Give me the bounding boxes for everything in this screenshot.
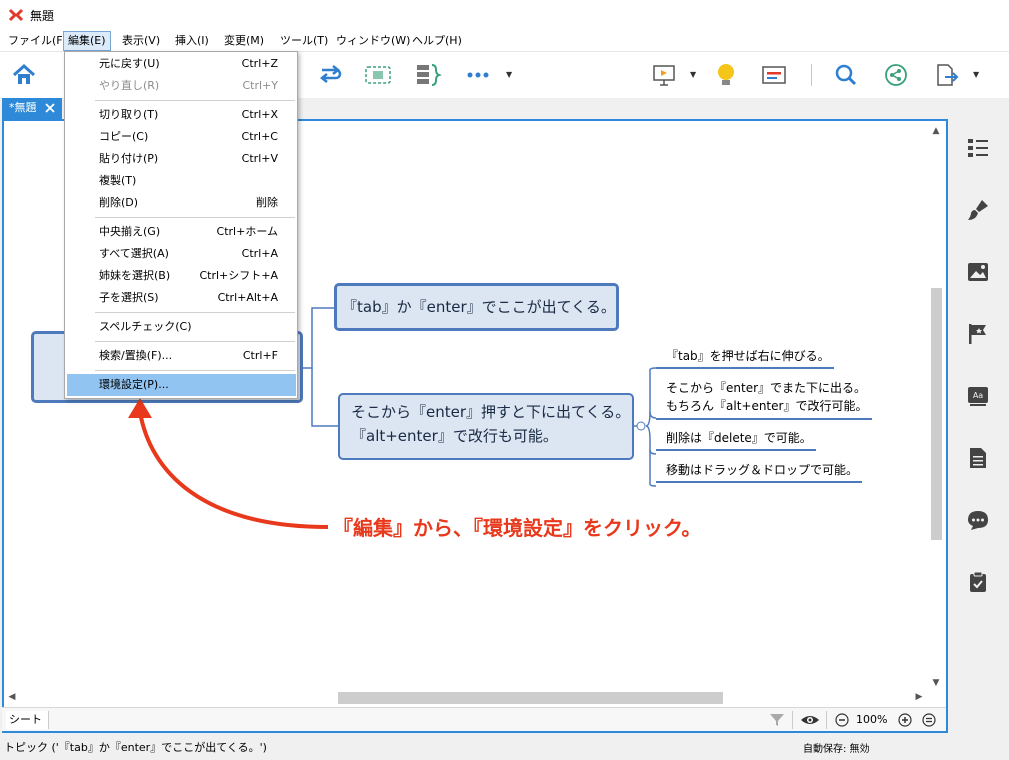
sheetbar-separator-2 xyxy=(826,711,827,729)
status-bar: トピック ('『tab』か『enter』でここが出てくる。') 自動保存: 無効 xyxy=(0,733,1009,760)
menu-item-find-replace[interactable]: 検索/置換(F)... Ctrl+F xyxy=(67,345,296,367)
scroll-up-icon[interactable]: ▲ xyxy=(931,126,941,136)
zoom-level: 100% xyxy=(856,713,888,726)
sheetbar-separator xyxy=(792,711,793,729)
menu-item-delete[interactable]: 削除(D) 削除 xyxy=(67,192,296,214)
menu-item-select-all[interactable]: すべて選択(A) Ctrl+A xyxy=(67,243,296,265)
marker-icon[interactable] xyxy=(966,322,990,346)
image-icon[interactable] xyxy=(966,260,990,284)
edit-menu-dropdown: 元に戻す(U) Ctrl+Z やり直し(R) Ctrl+Y 切り取り(T) Ctrl+… xyxy=(64,51,298,399)
horizontal-scrollbar-thumb[interactable] xyxy=(338,692,723,704)
sheet-bar: シート 1 100% xyxy=(2,707,946,744)
svg-text:Aa: Aa xyxy=(973,391,983,400)
menu-item-spellcheck[interactable]: スペルチェック(C) xyxy=(67,316,296,338)
scroll-left-icon[interactable]: ◀ xyxy=(7,692,17,702)
menu-separator xyxy=(95,217,295,218)
eye-icon[interactable] xyxy=(800,712,820,728)
menu-item-preferences[interactable]: 環境設定(P)... xyxy=(67,374,296,396)
notes-icon[interactable] xyxy=(966,446,990,470)
zoom-in-icon[interactable] xyxy=(898,713,912,727)
filter-icon[interactable] xyxy=(768,712,786,728)
menu-item-paste[interactable]: 貼り付け(P) Ctrl+V xyxy=(67,148,296,170)
menu-separator xyxy=(95,370,295,371)
menu-item-undo[interactable]: 元に戻す(U) Ctrl+Z xyxy=(67,53,296,75)
scroll-down-icon[interactable]: ▼ xyxy=(931,678,941,688)
menu-item-redo[interactable]: やり直し(R) Ctrl+Y xyxy=(67,75,296,97)
comment-icon[interactable] xyxy=(966,508,990,532)
menu-item-select-children[interactable]: 子を選択(S) Ctrl+Alt+A xyxy=(67,287,296,309)
sheet-tab[interactable]: シート 1 xyxy=(6,711,49,744)
status-text: トピック ('『tab』か『enter』でここが出てくる。') xyxy=(4,741,267,754)
annotation-text: 『編集』から、『環境設定』をクリック。 xyxy=(333,516,702,540)
menu-separator xyxy=(95,312,295,313)
text-style-icon[interactable]: Aa xyxy=(966,384,990,408)
zoom-menu-icon[interactable] xyxy=(922,713,936,727)
task-icon[interactable] xyxy=(966,570,990,594)
menu-item-select-siblings[interactable]: 姉妹を選択(B) Ctrl+シフト+A xyxy=(67,265,296,287)
vertical-scrollbar-thumb[interactable] xyxy=(931,288,942,540)
menu-separator xyxy=(95,100,295,101)
menu-item-copy[interactable]: コピー(C) Ctrl+C xyxy=(67,126,296,148)
menu-separator xyxy=(95,341,295,342)
format-icon[interactable] xyxy=(966,198,990,222)
zoom-out-icon[interactable] xyxy=(835,713,849,727)
autosave-status: 自動保存: 無効 xyxy=(803,744,870,755)
scroll-right-icon[interactable]: ▶ xyxy=(914,692,924,702)
menu-item-duplicate[interactable]: 複製(T) xyxy=(67,170,296,192)
menu-item-center[interactable]: 中央揃え(G) Ctrl+ホーム xyxy=(67,221,296,243)
menu-item-cut[interactable]: 切り取り(T) Ctrl+X xyxy=(67,104,296,126)
outline-panel-icon[interactable] xyxy=(966,136,990,160)
